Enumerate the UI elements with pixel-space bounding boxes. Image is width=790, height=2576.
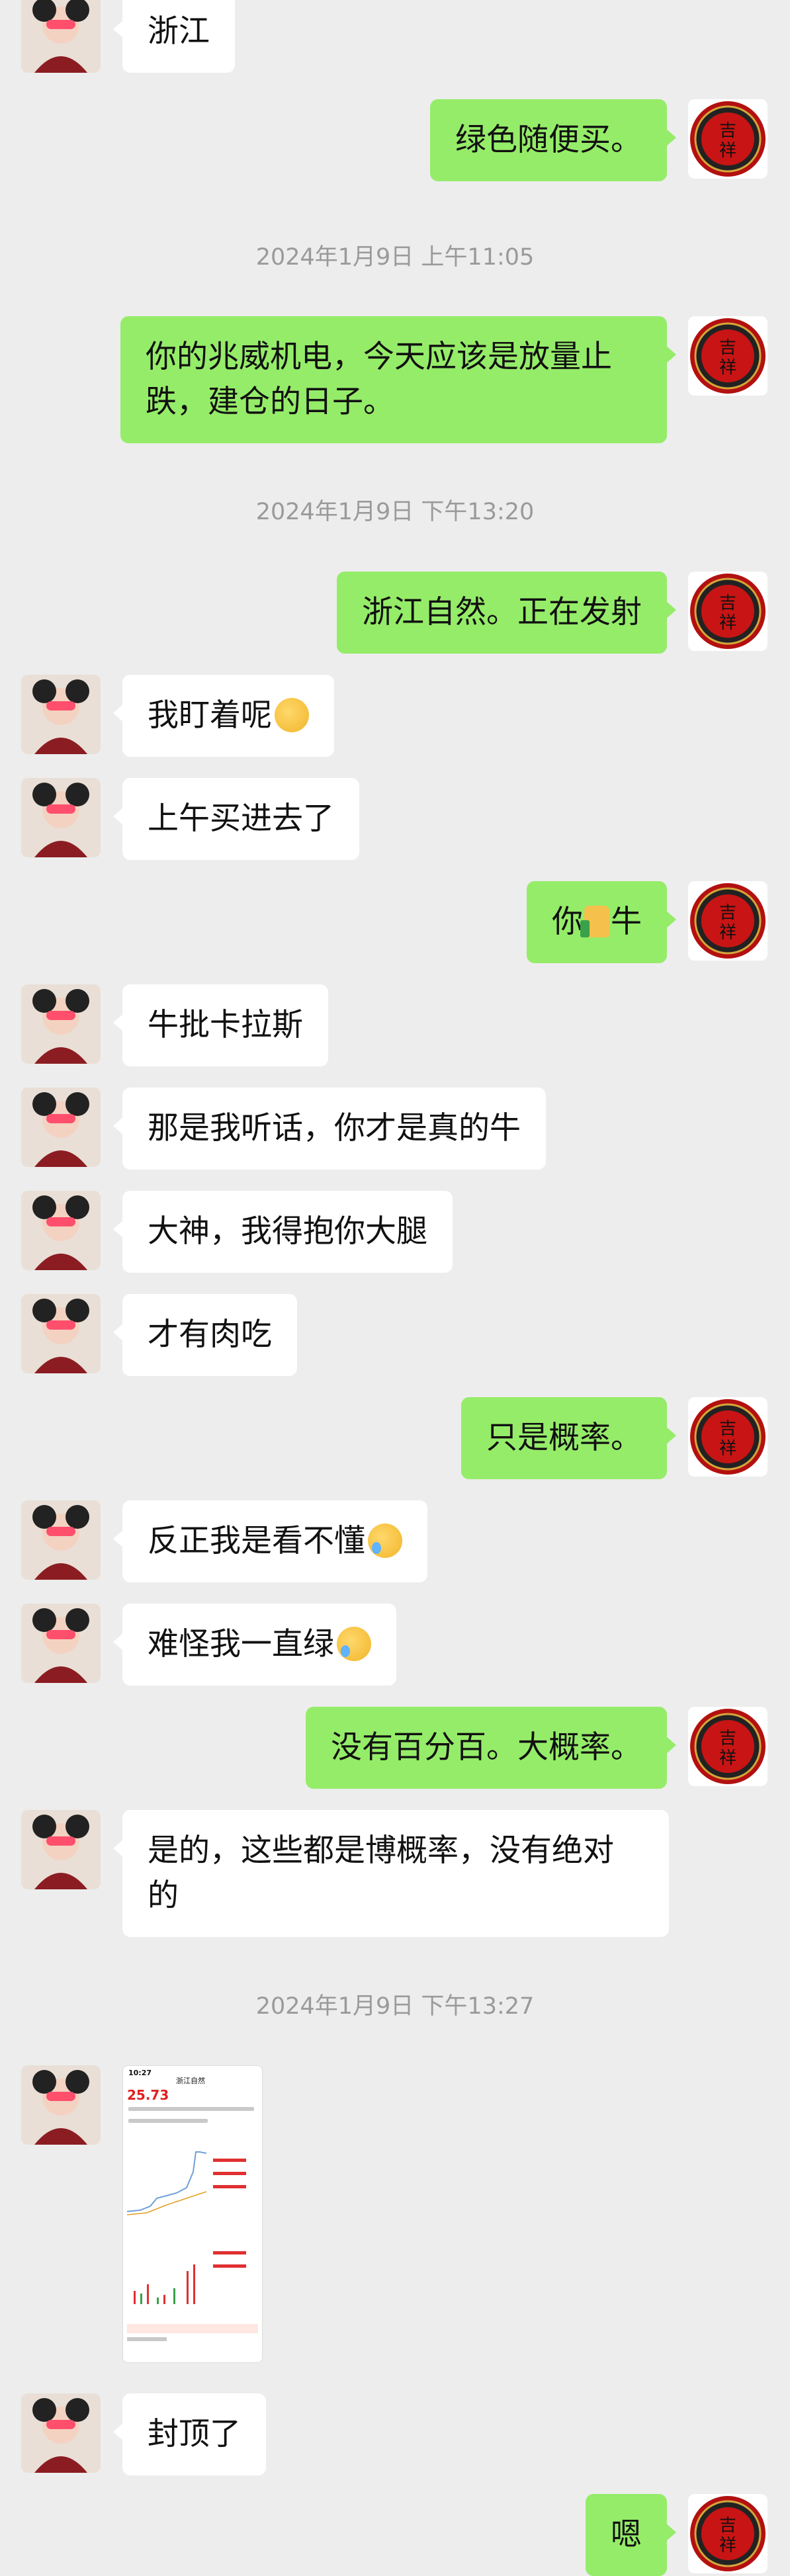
screenshot-time: 10:27 — [128, 2069, 152, 2077]
avatar-self[interactable]: 吉祥 — [688, 572, 768, 651]
message-bubble[interactable]: 我盯着呢 — [113, 675, 334, 757]
avatar-contact[interactable] — [21, 2393, 101, 2473]
thinking-emoji — [275, 698, 309, 732]
avatar-contact[interactable] — [21, 778, 101, 857]
screenshot-title: 浙江自然 — [176, 2077, 205, 2085]
avatar-self[interactable]: 吉祥 — [688, 1707, 768, 1786]
message-text: 难怪我一直绿 — [148, 1626, 334, 1662]
message-text: 大神，我得抱你大腿 — [148, 1213, 427, 1250]
message-bubble[interactable]: 你牛 — [527, 881, 676, 963]
message-text: 你 — [552, 904, 583, 940]
svg-text:吉: 吉 — [719, 121, 736, 141]
message-bubble[interactable]: 大神，我得抱你大腿 — [113, 1191, 453, 1273]
message-bubble[interactable]: 绿色随便买。 — [430, 99, 676, 181]
timestamp: 2024年1月9日 上午11:05 — [255, 244, 535, 271]
message-text: 牛 — [611, 904, 642, 940]
message-bubble[interactable]: 浙江 — [113, 0, 235, 73]
avatar-contact[interactable] — [21, 1604, 101, 1683]
message-text: 只是概率。 — [486, 1420, 642, 1456]
message-text: 封顶了 — [148, 2416, 241, 2452]
avatar-self[interactable]: 吉祥 — [688, 99, 768, 179]
message-text: 才有肉吃 — [148, 1316, 272, 1353]
message-bubble[interactable]: 上午买进去了 — [113, 778, 359, 860]
avatar-contact[interactable] — [21, 984, 101, 1064]
message-text: 上午买进去了 — [148, 800, 334, 837]
laughing-tears-emoji — [368, 1524, 402, 1558]
message-bubble[interactable]: 你的兆威机电，今天应该是放量止跌，建仓的日子。 — [120, 316, 676, 443]
avatar-contact[interactable] — [21, 1191, 101, 1270]
message-bubble[interactable]: 难怪我一直绿 — [113, 1604, 396, 1686]
thumbs-up-emoji — [580, 906, 609, 937]
timestamp: 2024年1月9日 下午13:20 — [255, 499, 535, 525]
svg-text:祥: 祥 — [719, 1748, 736, 1768]
svg-text:祥: 祥 — [719, 358, 736, 378]
timestamp: 2024年1月9日 下午13:27 — [255, 1993, 535, 2020]
svg-text:吉: 吉 — [719, 1419, 736, 1439]
message-text: 没有百分百。大概率。 — [331, 1729, 642, 1766]
avatar-contact[interactable] — [21, 675, 101, 754]
message-text: 绿色随便买。 — [455, 122, 642, 158]
avatar-self[interactable]: 吉祥 — [688, 881, 768, 961]
message-bubble[interactable]: 才有肉吃 — [113, 1294, 297, 1376]
message-bubble[interactable]: 只是概率。 — [461, 1397, 676, 1479]
svg-text:吉: 吉 — [719, 1729, 736, 1748]
svg-text:祥: 祥 — [719, 141, 736, 161]
laughing-tears-emoji — [337, 1627, 371, 1661]
svg-text:吉: 吉 — [719, 338, 736, 358]
stock-chart-thumbnail — [127, 2132, 258, 2350]
message-text: 嗯 — [611, 2516, 642, 2553]
avatar-contact[interactable] — [21, 1810, 101, 1889]
avatar-contact[interactable] — [21, 1294, 101, 1373]
message-bubble[interactable]: 牛批卡拉斯 — [113, 984, 328, 1066]
message-bubble[interactable]: 那是我听话，你才是真的牛 — [113, 1088, 546, 1170]
avatar-contact[interactable] — [21, 1088, 101, 1167]
message-bubble[interactable]: 嗯 — [586, 2494, 676, 2576]
message-bubble[interactable]: 浙江自然。正在发射 — [337, 572, 676, 654]
avatar-contact[interactable] — [21, 0, 101, 73]
avatar-self[interactable]: 吉祥 — [688, 316, 768, 396]
svg-text:祥: 祥 — [719, 613, 736, 633]
svg-text:吉: 吉 — [719, 903, 736, 923]
message-text: 浙江自然。正在发射 — [362, 594, 642, 630]
message-text: 你的兆威机电，今天应该是放量止跌，建仓的日子。 — [146, 339, 612, 420]
message-text: 反正我是看不懂 — [148, 1523, 365, 1559]
message-text: 那是我听话，你才是真的牛 — [148, 1110, 521, 1146]
svg-text:吉: 吉 — [719, 593, 736, 613]
stock-app-screenshot[interactable]: 10:27 浙江自然 25.73 — [122, 2065, 263, 2363]
avatar-self[interactable]: 吉祥 — [688, 2494, 768, 2573]
svg-text:祥: 祥 — [719, 923, 736, 943]
svg-text:吉: 吉 — [719, 2516, 736, 2536]
svg-text:祥: 祥 — [719, 1439, 736, 1459]
message-bubble[interactable]: 封顶了 — [113, 2393, 266, 2475]
screenshot-price: 25.73 — [127, 2087, 169, 2103]
message-bubble[interactable]: 反正我是看不懂 — [113, 1500, 427, 1582]
message-bubble[interactable]: 没有百分百。大概率。 — [306, 1707, 676, 1789]
message-bubble[interactable]: 是的，这些都是博概率，没有绝对的 — [113, 1810, 669, 1937]
message-text: 牛批卡拉斯 — [148, 1007, 303, 1043]
avatar-contact[interactable] — [21, 1500, 101, 1580]
message-text: 是的，这些都是博概率，没有绝对的 — [148, 1832, 614, 1914]
message-text: 我盯着呢 — [148, 697, 272, 734]
avatar-contact[interactable] — [21, 2065, 101, 2145]
svg-text:祥: 祥 — [719, 2536, 736, 2555]
avatar-self[interactable]: 吉祥 — [688, 1397, 768, 1477]
message-text: 浙江 — [148, 13, 210, 50]
